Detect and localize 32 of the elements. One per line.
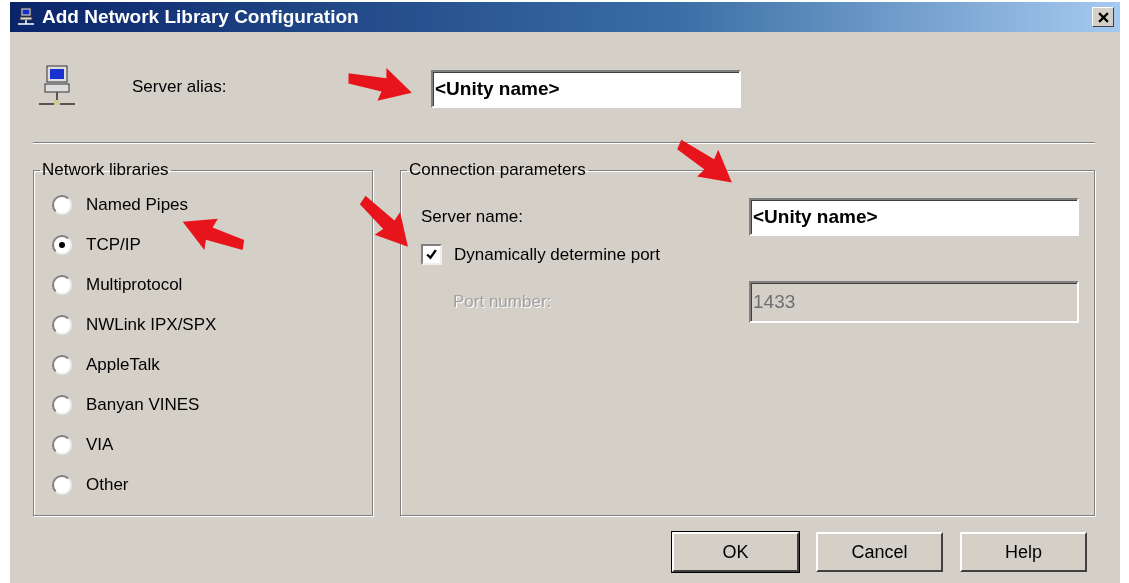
server-name-label: Server name: — [421, 207, 524, 227]
radio-label[interactable]: Multiprotocol — [86, 275, 183, 295]
radio-button[interactable] — [52, 275, 72, 295]
radio-label[interactable]: NWLink IPX/SPX — [86, 315, 217, 335]
group-title: Network libraries — [41, 160, 170, 180]
close-icon[interactable] — [1097, 11, 1109, 23]
radio-button[interactable] — [52, 395, 72, 415]
server-name-field[interactable]: <Unity name> — [749, 198, 1079, 236]
checkbox[interactable] — [421, 244, 442, 265]
checkmark-icon — [425, 248, 438, 261]
radio-label[interactable]: Other — [86, 475, 129, 495]
radio-button[interactable] — [52, 195, 72, 215]
radio-button[interactable] — [52, 435, 72, 455]
radio-button[interactable] — [52, 355, 72, 375]
server-alias-label: Server alias: — [132, 77, 228, 97]
group-title: Connection parameters — [408, 160, 587, 180]
radio-button[interactable] — [52, 235, 72, 255]
computer-icon — [16, 7, 36, 27]
dialog-button[interactable]: OK — [672, 532, 799, 572]
checkbox-label[interactable]: Dynamically determine port — [454, 244, 660, 265]
radio-button[interactable] — [52, 315, 72, 335]
radio-label[interactable]: TCP/IP — [86, 235, 141, 255]
dialog-button[interactable]: Help — [960, 532, 1087, 572]
dialog-button[interactable]: Cancel — [816, 532, 943, 572]
radio-label[interactable]: AppleTalk — [86, 355, 160, 375]
radio-label[interactable]: VIA — [86, 435, 114, 455]
radio-label[interactable]: Named Pipes — [86, 195, 189, 215]
server-alias-field[interactable]: <Unity name> — [431, 70, 741, 108]
radio-label[interactable]: Banyan VINES — [86, 395, 200, 415]
window-title: Add Network Library Configuration — [42, 6, 360, 28]
radio-button[interactable] — [52, 475, 72, 495]
close-button[interactable] — [1092, 7, 1114, 27]
